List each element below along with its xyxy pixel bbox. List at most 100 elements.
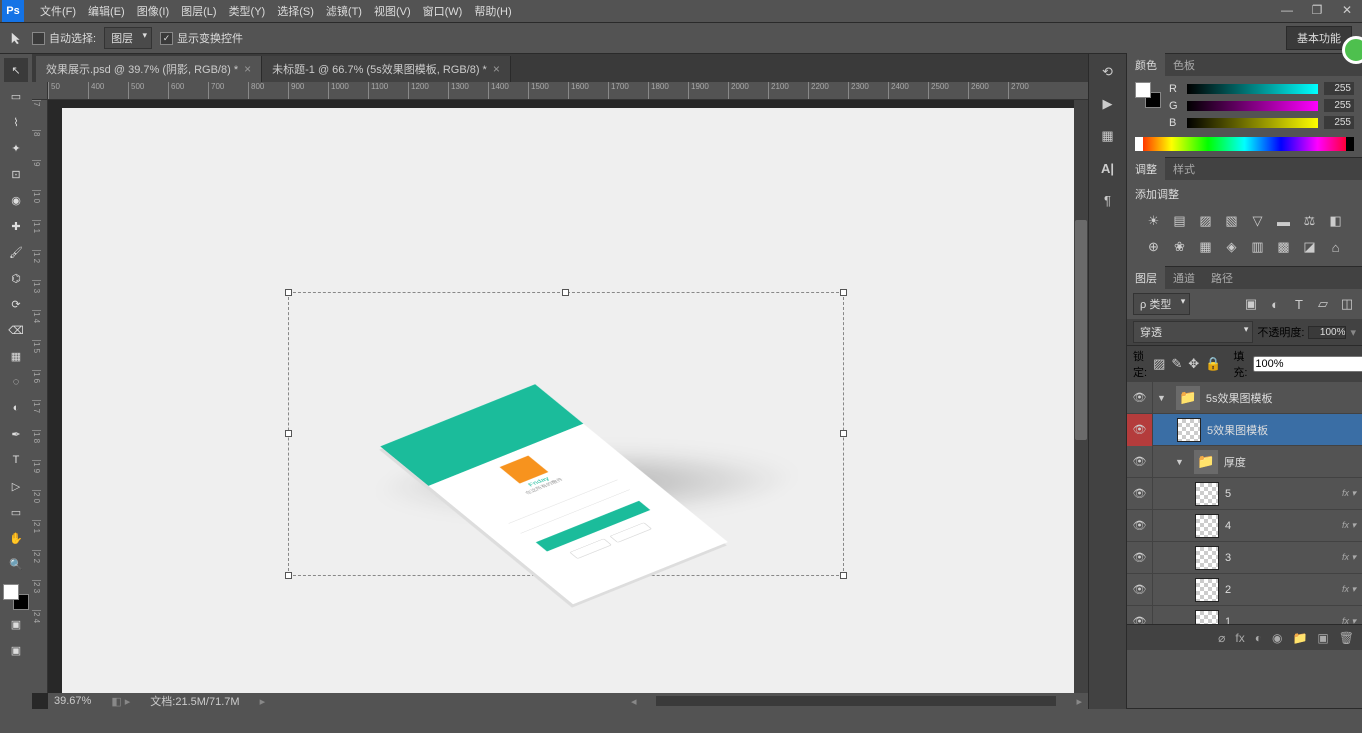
align-top-icon[interactable] xyxy=(261,29,279,47)
adjust-color-balance-icon[interactable]: ⚖ xyxy=(1301,212,1319,230)
adjust-channel-mixer-icon[interactable]: ❀ xyxy=(1171,238,1189,256)
lock-transparency-icon[interactable]: ▨ xyxy=(1153,355,1165,373)
layer-name[interactable]: 1 xyxy=(1225,616,1338,625)
layer-name[interactable]: 5 xyxy=(1225,488,1338,500)
layer-row[interactable]: 👁4fx ▾ xyxy=(1127,510,1362,542)
layer-name[interactable]: 5效果图模板 xyxy=(1207,422,1356,438)
link-layers-icon[interactable]: ⌀ xyxy=(1218,631,1225,645)
menu-图层(L)[interactable]: 图层(L) xyxy=(175,0,222,22)
hand-tool[interactable]: ✋ xyxy=(4,526,28,550)
align-left-icon[interactable] xyxy=(327,29,345,47)
actions-play-icon[interactable]: ▶ xyxy=(1098,94,1118,114)
vertical-scrollbar[interactable] xyxy=(1074,100,1088,693)
dodge-tool[interactable]: ◐ xyxy=(4,396,28,420)
folder-toggle[interactable]: ▼ xyxy=(1157,393,1166,403)
document-tab[interactable]: 未标题-1 @ 66.7% (5s效果图模板, RGB/8) *× xyxy=(262,56,511,82)
adjust-brightness-icon[interactable]: ☀ xyxy=(1145,212,1163,230)
fx-indicator[interactable]: fx ▾ xyxy=(1342,584,1356,595)
align-right-icon[interactable] xyxy=(371,29,389,47)
auto-align-icon[interactable] xyxy=(553,29,571,47)
menu-编辑(E)[interactable]: 编辑(E) xyxy=(82,0,131,22)
layer-name[interactable]: 5s效果图模板 xyxy=(1206,390,1356,406)
distribute-bottom-icon[interactable] xyxy=(451,29,469,47)
lock-pixels-icon[interactable]: ✎ xyxy=(1171,355,1182,373)
tab-layers[interactable]: 图层 xyxy=(1127,266,1165,290)
layer-group-row[interactable]: 👁▼📁厚度 xyxy=(1127,446,1362,478)
adjustment-layer-icon[interactable]: ◉ xyxy=(1272,631,1282,645)
adjust-exposure-icon[interactable]: ▧ xyxy=(1223,212,1241,230)
paragraph-icon[interactable]: ¶ xyxy=(1098,190,1118,210)
visibility-toggle[interactable]: 👁 xyxy=(1127,574,1153,606)
blend-mode-select[interactable]: 穿透 xyxy=(1133,321,1253,343)
auto-select-target-select[interactable]: 图层 xyxy=(104,27,152,49)
visibility-toggle[interactable]: 👁 xyxy=(1127,382,1153,414)
blur-tool[interactable]: ◌ xyxy=(4,370,28,394)
layer-group-row[interactable]: 👁▼📁5s效果图模板 xyxy=(1127,382,1362,414)
layer-name[interactable]: 4 xyxy=(1225,520,1338,532)
ruler-vertical[interactable]: 7891 01 11 21 31 41 51 61 71 81 92 02 12… xyxy=(32,100,48,693)
opacity-input[interactable] xyxy=(1308,326,1346,339)
quick-mask-button[interactable]: ▣ xyxy=(4,612,28,636)
tab-close-icon[interactable]: × xyxy=(244,62,251,76)
menu-视图(V)[interactable]: 视图(V) xyxy=(368,0,417,22)
color-slider-r[interactable] xyxy=(1187,84,1318,94)
layer-filter-select[interactable]: ρ 类型 xyxy=(1133,293,1190,315)
adjust-lookup-icon[interactable]: ▦ xyxy=(1197,238,1215,256)
minimize-button[interactable]: — xyxy=(1272,0,1302,20)
adjust-invert-icon[interactable]: ◈ xyxy=(1223,238,1241,256)
fx-indicator[interactable]: fx ▾ xyxy=(1342,488,1356,499)
lock-position-icon[interactable]: ✥ xyxy=(1188,355,1199,373)
layer-row[interactable]: 👁1fx ▾ xyxy=(1127,606,1362,624)
adjust-hue-icon[interactable]: ▬ xyxy=(1275,212,1293,230)
distribute-vcenter-icon[interactable] xyxy=(429,29,447,47)
filter-type-icon[interactable]: T xyxy=(1290,295,1308,313)
layer-row[interactable]: 👁 5效果图模板 xyxy=(1127,414,1362,446)
document-tab[interactable]: 效果展示.psd @ 39.7% (阴影, RGB/8) *× xyxy=(36,56,262,82)
adjust-curves-icon[interactable]: ▨ xyxy=(1197,212,1215,230)
heal-tool[interactable]: ✚ xyxy=(4,214,28,238)
distribute-right-icon[interactable] xyxy=(517,29,535,47)
tab-close-icon[interactable]: × xyxy=(493,62,500,76)
color-slider-g[interactable] xyxy=(1187,101,1318,111)
path-select-tool[interactable]: ▷ xyxy=(4,474,28,498)
crop-tool[interactable]: ⊡ xyxy=(4,162,28,186)
menu-滤镜(T)[interactable]: 滤镜(T) xyxy=(320,0,368,22)
color-value-g[interactable]: 255 xyxy=(1324,99,1354,112)
menu-图像(I)[interactable]: 图像(I) xyxy=(131,0,175,22)
character-icon[interactable]: A| xyxy=(1098,158,1118,178)
notification-badge[interactable] xyxy=(1342,36,1362,64)
align-bottom-icon[interactable] xyxy=(305,29,323,47)
fx-indicator[interactable]: fx ▾ xyxy=(1342,520,1356,531)
marquee-tool[interactable]: ▭ xyxy=(4,84,28,108)
color-slider-b[interactable] xyxy=(1187,118,1318,128)
tab-channels[interactable]: 通道 xyxy=(1165,266,1203,290)
new-group-icon[interactable]: 📁 xyxy=(1292,631,1307,645)
adjust-vibrance-icon[interactable]: ▽ xyxy=(1249,212,1267,230)
canvas[interactable]: Friday 在这所有的散件 xyxy=(48,100,1088,693)
eyedropper-tool[interactable]: ◉ xyxy=(4,188,28,212)
color-value-r[interactable]: 255 xyxy=(1324,82,1354,95)
zoom-tool[interactable]: 🔍 xyxy=(4,552,28,576)
layer-name[interactable]: 2 xyxy=(1225,584,1338,596)
color-value-b[interactable]: 255 xyxy=(1324,116,1354,129)
history-brush-tool[interactable]: ⟳ xyxy=(4,292,28,316)
ruler-horizontal[interactable]: 5040050060070080090010001100120013001400… xyxy=(48,82,1088,100)
adjust-photo-filter-icon[interactable]: ⊕ xyxy=(1145,238,1163,256)
layer-thumbnail[interactable] xyxy=(1195,546,1219,570)
adjust-bw-icon[interactable]: ◧ xyxy=(1327,212,1345,230)
visibility-toggle[interactable]: 👁 xyxy=(1127,414,1153,446)
layer-fx-icon[interactable]: fx xyxy=(1235,631,1244,645)
ruler-corner[interactable] xyxy=(32,82,48,100)
layer-name[interactable]: 3 xyxy=(1225,552,1338,564)
new-layer-icon[interactable]: ▣ xyxy=(1317,631,1328,645)
maximize-button[interactable]: ❐ xyxy=(1302,0,1332,20)
adjust-posterize-icon[interactable]: ▥ xyxy=(1249,238,1267,256)
wand-tool[interactable]: ✦ xyxy=(4,136,28,160)
align-hcenter-icon[interactable] xyxy=(349,29,367,47)
history-icon[interactable]: ⟲ xyxy=(1098,62,1118,82)
align-vcenter-icon[interactable] xyxy=(283,29,301,47)
tab-paths[interactable]: 路径 xyxy=(1203,266,1241,290)
zoom-level[interactable]: 39.67% xyxy=(54,695,91,707)
adjust-gradient-map-icon[interactable]: ◪ xyxy=(1301,238,1319,256)
fx-indicator[interactable]: fx ▾ xyxy=(1342,616,1356,624)
